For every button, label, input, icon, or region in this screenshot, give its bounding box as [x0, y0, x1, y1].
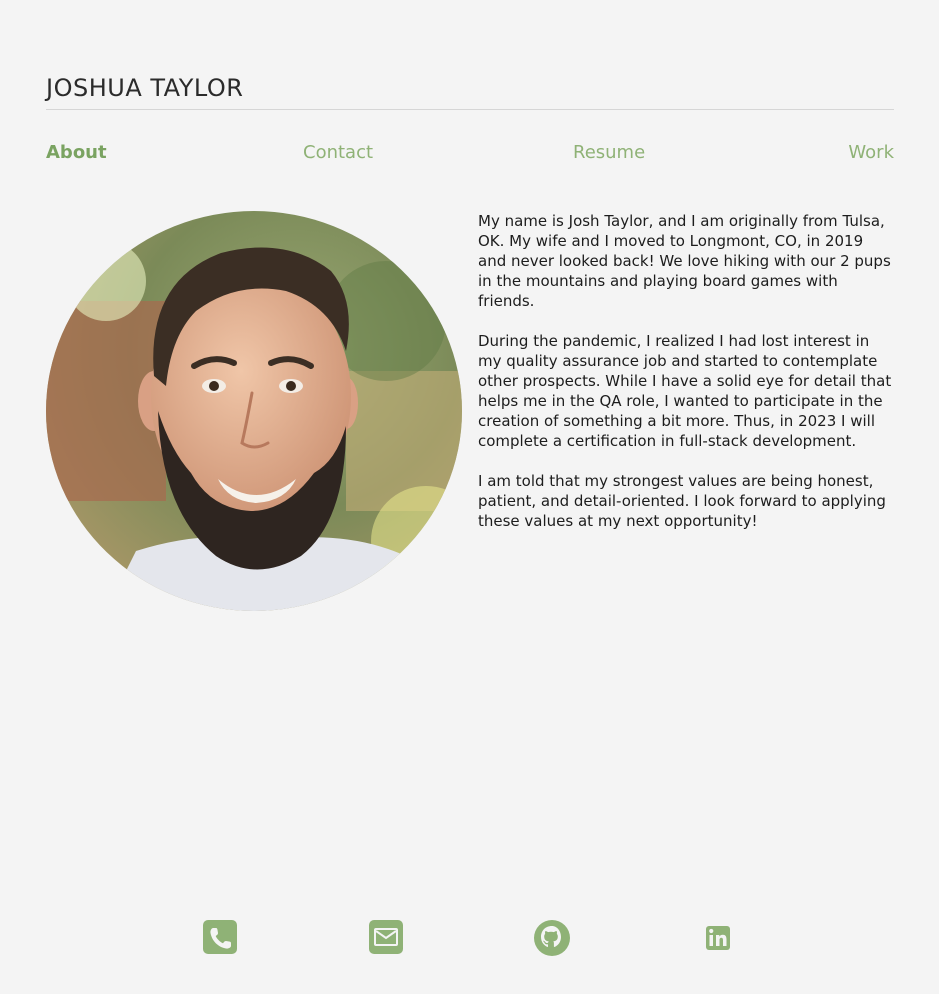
nav-contact[interactable]: Contact	[303, 140, 373, 166]
nav-resume[interactable]: Resume	[573, 140, 645, 166]
phone-icon[interactable]	[201, 918, 241, 958]
profile-photo-illustration	[46, 211, 462, 611]
site-title: JOSHUA TAYLOR	[46, 74, 244, 102]
main-nav: About Contact Resume Work	[46, 140, 894, 166]
nav-about[interactable]: About	[46, 140, 107, 166]
about-text: My name is Josh Taylor, and I am origina…	[478, 211, 896, 551]
page: JOSHUA TAYLOR About Contact Resume Work	[0, 0, 939, 994]
profile-photo	[46, 211, 462, 611]
footer-contact-icons	[0, 918, 939, 958]
email-icon[interactable]	[367, 918, 407, 958]
title-divider	[46, 109, 894, 110]
nav-work[interactable]: Work	[848, 140, 894, 166]
linkedin-icon[interactable]	[698, 918, 738, 958]
about-paragraph-1: My name is Josh Taylor, and I am origina…	[478, 212, 891, 310]
github-icon[interactable]	[532, 918, 572, 958]
about-paragraph-2: During the pandemic, I realized I had lo…	[478, 332, 892, 450]
about-paragraph-3: I am told that my strongest values are b…	[478, 472, 886, 530]
